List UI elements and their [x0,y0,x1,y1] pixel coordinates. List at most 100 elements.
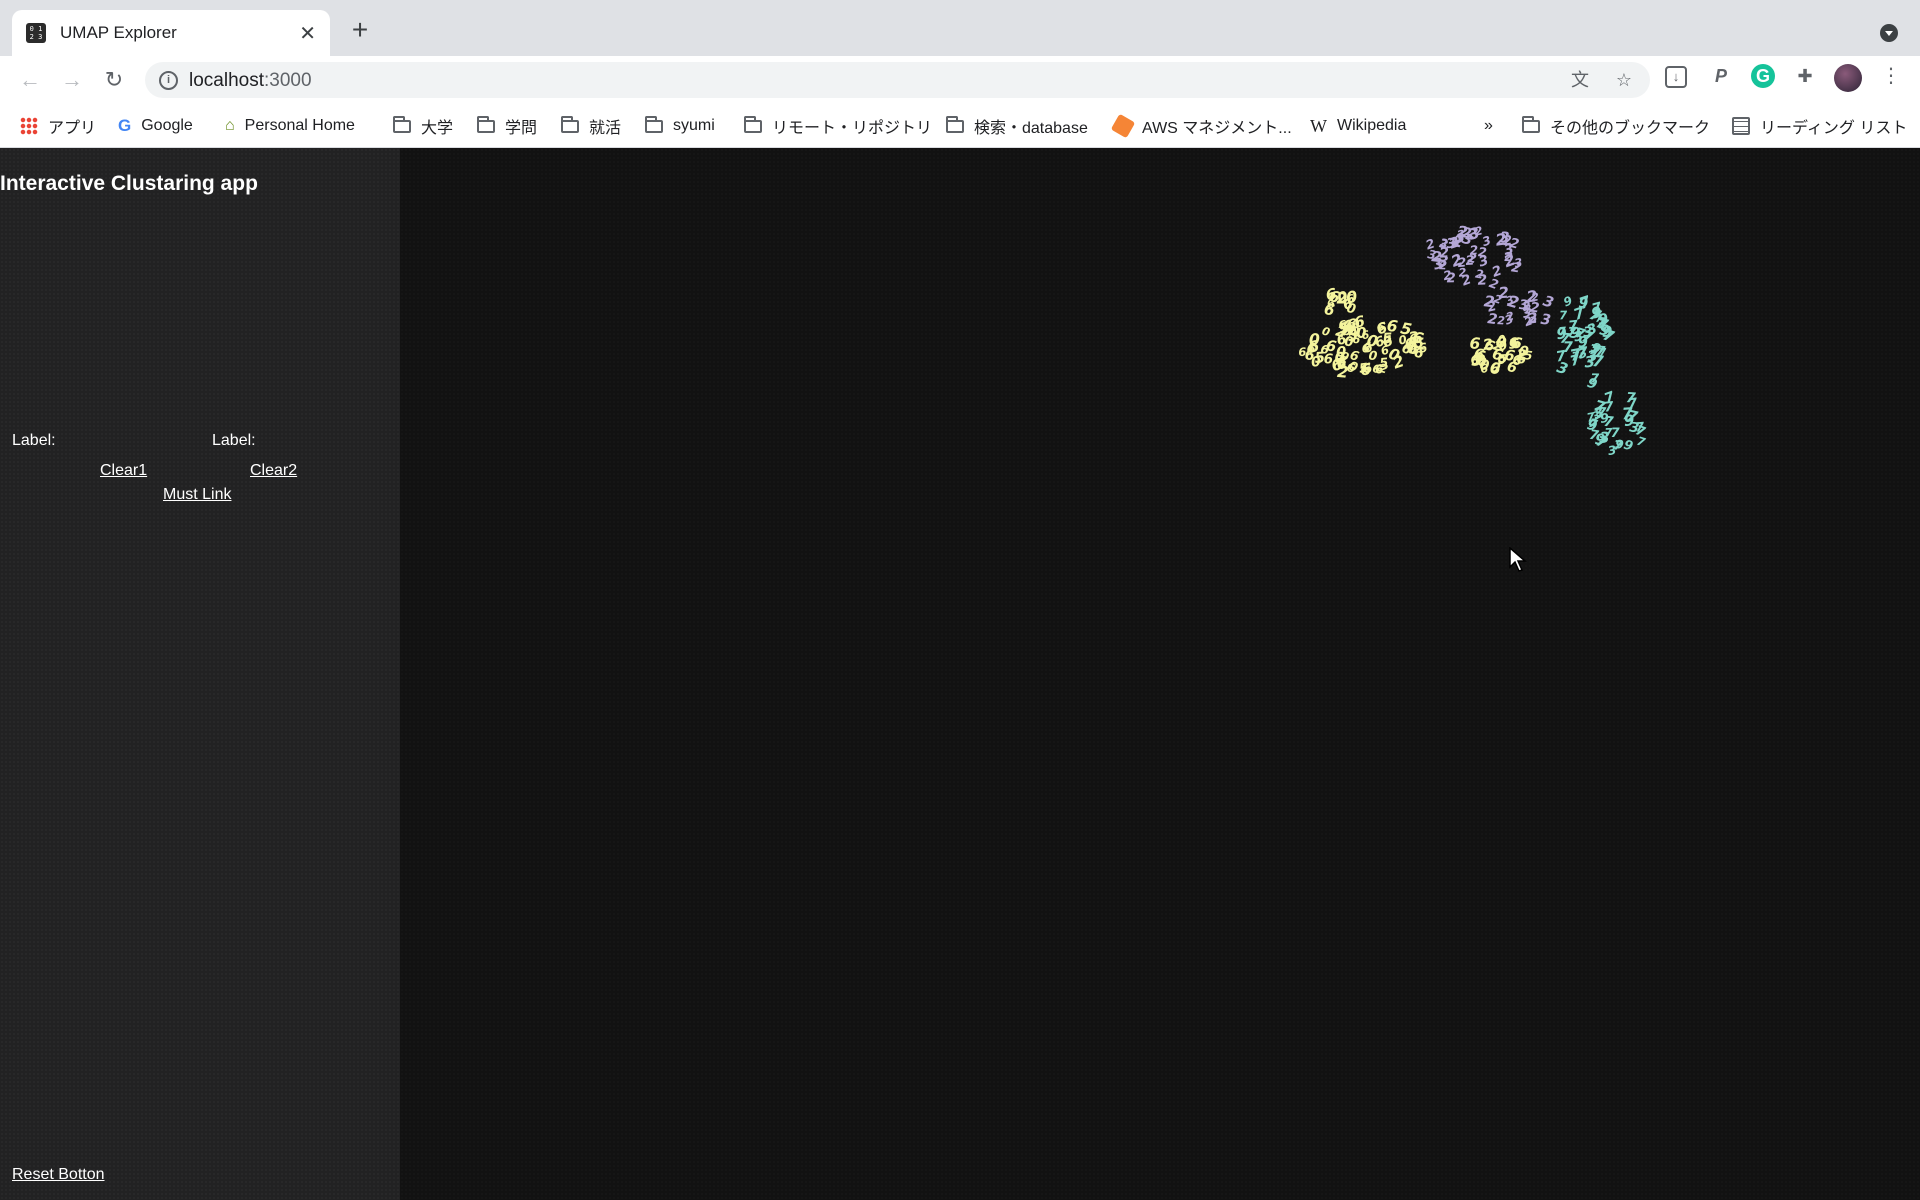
bookmark-label: Google [141,117,193,134]
sidebar-panel: Interactive Clustaring app Label: Label:… [0,148,400,1200]
bookmark-other-bookmarks[interactable]: その他のブックマーク [1522,115,1710,137]
download-extension-icon[interactable]: ↓ [1665,66,1687,88]
bookmark-personal-home[interactable]: ⌂ Personal Home [225,115,355,137]
bookmark-label: リモート・リポジトリ [772,120,933,137]
bookmark-wikipedia[interactable]: W Wikipedia [1310,115,1406,137]
digit-glyph-point[interactable]: 2 [1510,260,1521,276]
bookmark-label: その他のブックマーク [1550,120,1711,137]
digit-glyph-point[interactable]: 2 [1483,292,1496,311]
bookmark-folder-shukatsu[interactable]: 就活 [561,115,621,137]
bookmark-folder-remote-repo[interactable]: リモート・リポジトリ [744,115,932,137]
clear2-link[interactable]: Clear2 [250,462,297,480]
tab-favicon-icon: 0 1 2 3 [26,23,46,43]
digit-glyph-point[interactable]: 6 [1361,341,1370,356]
mouse-cursor-icon [1509,547,1527,572]
folder-icon [744,115,762,133]
menu-kebab-icon[interactable]: ⋮ [1879,64,1903,88]
digit-glyph-point[interactable]: 5 [1414,336,1425,352]
must-link-button[interactable]: Must Link [163,486,231,504]
bookmark-label: 検索・database [974,120,1088,137]
digit-glyph-point[interactable]: 2 [1460,272,1474,289]
digit-glyph-point[interactable]: 9 [1555,324,1568,343]
label-2: Label: [212,432,256,449]
digit-glyph-point[interactable]: 3 [1540,312,1552,329]
digit-glyph-point[interactable]: 9 [1562,293,1575,309]
folder-icon [393,115,411,133]
tab-strip: 0 1 2 3 UMAP Explorer ✕ + [0,0,1920,56]
bookmark-folder-daigaku[interactable]: 大学 [393,115,453,137]
reading-list-button[interactable]: リーディング リスト [1732,115,1907,137]
bookmark-folder-search-database[interactable]: 検索・database [946,115,1088,137]
app-root: Interactive Clustaring app Label: Label:… [0,148,1920,1200]
apps-grid-icon [20,117,38,135]
bookmark-label: 学問 [505,120,538,137]
digit-glyph-point[interactable]: 3 [1583,324,1594,341]
bookmarks-overflow-button[interactable]: » [1484,115,1493,137]
grammarly-extension-icon[interactable]: G [1751,64,1775,88]
tab-title: UMAP Explorer [60,23,177,42]
digit-glyph-point[interactable]: 7 [1559,308,1568,322]
folder-icon [1522,115,1540,133]
bookmark-label: リーディング リスト [1760,120,1908,137]
bookmark-star-icon[interactable]: ☆ [1613,69,1635,91]
bookmark-label: syumi [673,117,715,134]
profile-avatar[interactable] [1834,64,1862,92]
digit-glyph-point[interactable]: 5 [1508,337,1519,353]
bookmark-folder-gakumon[interactable]: 学問 [477,115,537,137]
digit-glyph-point[interactable]: 3 [1541,293,1556,312]
bookmark-label: 大学 [421,120,454,137]
digit-glyph-point[interactable]: 5 [1499,352,1507,365]
tab-close-icon[interactable]: ✕ [299,21,316,46]
aws-icon [1110,113,1136,139]
forward-button[interactable]: → [58,66,86,94]
home-icon: ⌂ [225,117,235,134]
paypal-extension-icon[interactable]: P [1709,64,1733,88]
digit-glyph-point[interactable]: 6 [1469,334,1481,353]
label-1: Label: [12,432,56,449]
overflow-chevron-icon: » [1484,117,1493,134]
umap-scatter-plot[interactable]: 6656660 0066 56665600 6665 6066625600260066 6… [400,148,1920,1200]
digit-glyph-point[interactable]: 9 [1578,295,1589,312]
digit-glyph-point[interactable]: 7 [1598,346,1606,359]
folder-icon [645,115,663,133]
url-host: localhost [189,70,264,91]
digit-glyph-point[interactable]: 6 [1352,332,1361,347]
extensions-puzzle-icon[interactable]: ✚ [1793,64,1817,88]
reset-button[interactable]: Reset Botton [12,1166,105,1184]
reload-button[interactable]: ↻ [100,66,128,94]
bookmark-label: AWS マネジメント... [1142,120,1292,137]
wikipedia-icon: W [1310,115,1327,136]
digit-glyph-point[interactable]: 2 [1465,253,1475,268]
bookmark-label: 就活 [589,120,622,137]
bookmarks-bar: アプリ G Google ⌂ Personal Home 大学 学問 就活 syum… [0,104,1920,148]
digit-glyph-point[interactable]: 9 [1585,375,1599,393]
translate-icon[interactable]: 文 [1569,69,1591,91]
browser-toolbar: ← → ↻ i localhost:3000 文 ☆ ↓ P G ✚ ⋮ [0,56,1920,104]
clear1-link[interactable]: Clear1 [100,462,147,480]
bookmark-label: アプリ [48,120,97,137]
folder-icon [477,115,495,133]
umap-canvas[interactable]: 6656660006656665600666560666256002600666… [400,148,1920,1200]
app-title: Interactive Clustaring app [0,172,258,195]
back-button[interactable]: ← [16,66,44,94]
folder-icon [561,115,579,133]
bookmark-google[interactable]: G Google [118,115,193,137]
bookmark-apps[interactable]: アプリ [20,115,96,137]
google-icon: G [118,116,132,135]
digit-glyph-point[interactable]: 2 [1497,314,1506,327]
address-bar[interactable]: i localhost:3000 文 ☆ [145,62,1650,98]
digit-glyph-point[interactable]: 6 [1298,345,1307,359]
bookmark-label: Wikipedia [1337,117,1407,134]
digit-glyph-point[interactable]: 9 [1623,411,1635,430]
site-info-icon[interactable]: i [159,71,178,90]
url-text[interactable]: localhost:3000 [189,70,312,92]
digit-glyph-point[interactable]: 7 [1625,390,1636,407]
browser-tab[interactable]: 0 1 2 3 UMAP Explorer ✕ [12,10,330,56]
digit-glyph-point[interactable]: 2 [1502,233,1512,249]
tab-search-icon[interactable] [1880,24,1898,42]
folder-icon [946,115,964,133]
new-tab-button[interactable]: + [346,16,374,44]
digit-glyph-point[interactable]: 6 [1512,354,1521,369]
bookmark-folder-syumi[interactable]: syumi [645,115,715,137]
bookmark-aws[interactable]: AWS マネジメント... [1110,113,1292,139]
